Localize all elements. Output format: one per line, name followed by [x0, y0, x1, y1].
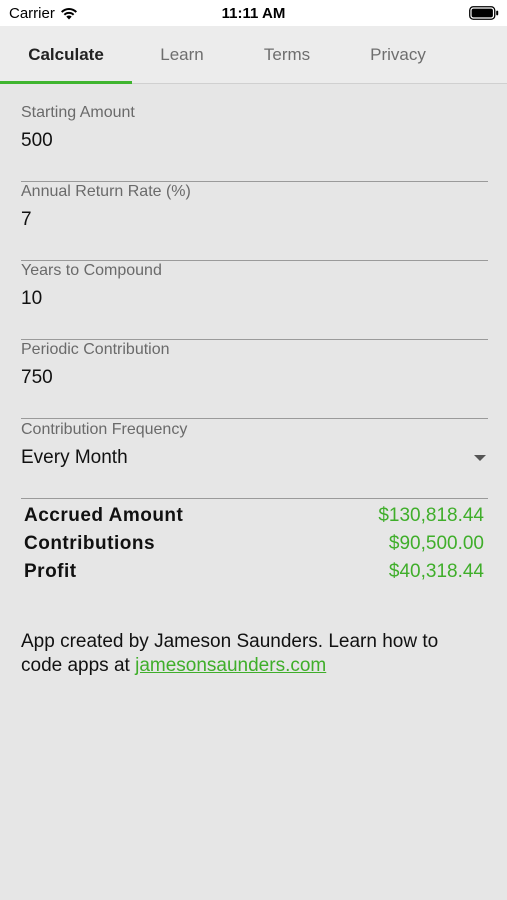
contributions-value: $90,500.00 — [388, 533, 484, 554]
active-tab-indicator — [0, 81, 132, 84]
profit-label: Profit — [24, 561, 77, 582]
status-bar: Carrier 11:11 AM — [0, 0, 507, 26]
result-row-profit: Profit $40,318.44 — [24, 561, 484, 589]
annual-return-rate-label: Annual Return Rate (%) — [21, 183, 191, 200]
tab-learn[interactable]: Learn — [132, 26, 232, 84]
tab-bar: Calculate Learn Terms Privacy — [0, 26, 507, 84]
starting-amount-input[interactable]: 500 — [21, 130, 53, 152]
status-time: 11:11 AM — [221, 5, 286, 22]
results-panel: Accrued Amount $130,818.44 Contributions… — [24, 505, 484, 589]
contribution-frequency-field[interactable]: Contribution Frequency Every Month — [21, 421, 488, 499]
years-to-compound-field[interactable]: Years to Compound 10 — [21, 262, 488, 340]
years-to-compound-label: Years to Compound — [21, 262, 162, 279]
battery-icon — [469, 6, 499, 20]
starting-amount-field[interactable]: Starting Amount 500 — [21, 104, 488, 182]
periodic-contribution-label: Periodic Contribution — [21, 341, 170, 358]
periodic-contribution-field[interactable]: Periodic Contribution 750 — [21, 341, 488, 419]
result-row-contributions: Contributions $90,500.00 — [24, 533, 484, 561]
chevron-down-icon[interactable] — [474, 455, 486, 461]
accrued-amount-label: Accrued Amount — [24, 505, 184, 526]
accrued-amount-value: $130,818.44 — [378, 505, 484, 526]
annual-return-rate-input[interactable]: 7 — [21, 209, 32, 231]
tab-privacy[interactable]: Privacy — [342, 26, 454, 84]
profit-value: $40,318.44 — [388, 561, 484, 582]
tab-terms[interactable]: Terms — [232, 26, 342, 84]
periodic-contribution-input[interactable]: 750 — [21, 367, 53, 389]
contributions-label: Contributions — [24, 533, 156, 554]
years-to-compound-input[interactable]: 10 — [21, 288, 42, 310]
starting-amount-label: Starting Amount — [21, 104, 135, 121]
footer-credit: App created by Jameson Saunders. Learn h… — [21, 630, 481, 678]
tab-calculate[interactable]: Calculate — [0, 26, 132, 84]
contribution-frequency-select[interactable]: Every Month — [21, 447, 128, 469]
contribution-frequency-label: Contribution Frequency — [21, 421, 188, 438]
annual-return-rate-field[interactable]: Annual Return Rate (%) 7 — [21, 183, 488, 261]
result-row-accrued-amount: Accrued Amount $130,818.44 — [24, 505, 484, 533]
website-link[interactable]: jamesonsaunders.com — [135, 655, 326, 676]
